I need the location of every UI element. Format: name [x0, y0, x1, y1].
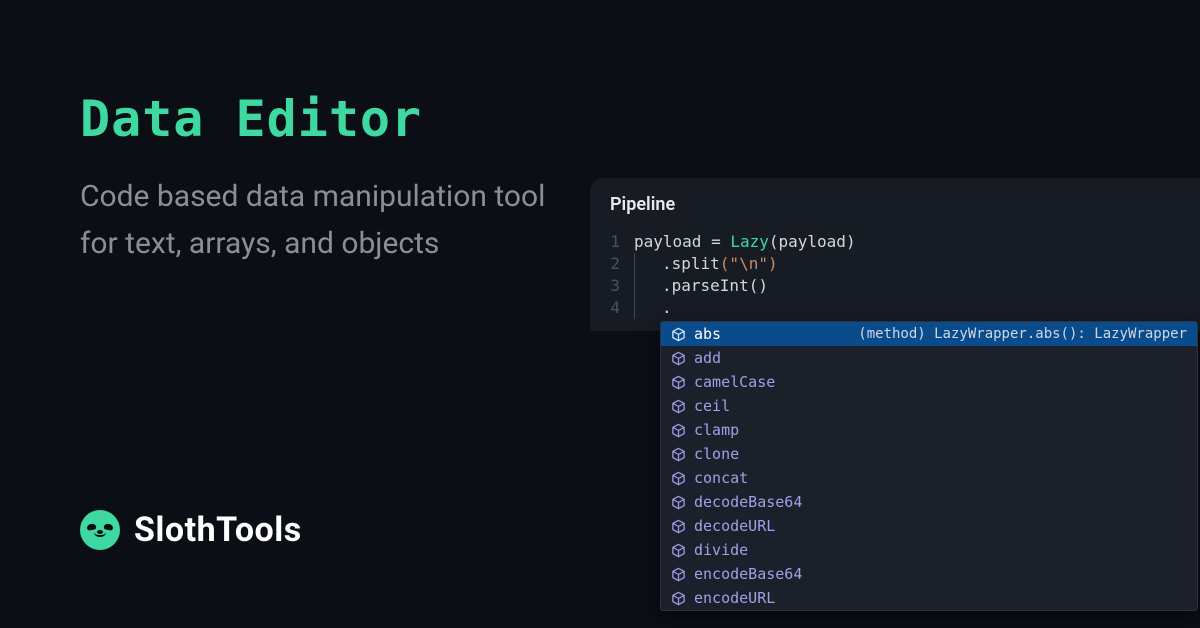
token-function: .split	[662, 254, 720, 273]
autocomplete-item[interactable]: camelCase	[661, 370, 1197, 394]
autocomplete-label: divide	[694, 541, 748, 559]
token-text: .	[662, 298, 672, 317]
autocomplete-label: encodeBase64	[694, 565, 802, 583]
line-number: 2	[590, 253, 634, 275]
method-icon	[671, 375, 686, 390]
method-icon	[671, 591, 686, 606]
method-icon	[671, 351, 686, 366]
method-icon	[671, 567, 686, 582]
autocomplete-hint: (method) LazyWrapper.abs(): LazyWrapper	[858, 326, 1187, 342]
method-icon	[671, 327, 686, 342]
autocomplete-label: decodeBase64	[694, 493, 802, 511]
method-icon	[671, 447, 686, 462]
autocomplete-label: ceil	[694, 397, 730, 415]
line-number: 4	[590, 297, 634, 319]
autocomplete-label: add	[694, 349, 721, 367]
panel-title: Pipeline	[590, 194, 1200, 225]
autocomplete-item[interactable]: ceil	[661, 394, 1197, 418]
token-text: ()	[749, 276, 768, 295]
code-editor-panel: Pipeline 1 payload = Lazy(payload) 2 .sp…	[590, 178, 1200, 331]
token-function: .parseInt	[662, 276, 749, 295]
page-title: Data Editor	[80, 90, 550, 148]
method-icon	[671, 471, 686, 486]
code-line[interactable]: 4 .	[590, 297, 1200, 319]
autocomplete-item[interactable]: abs (method) LazyWrapper.abs(): LazyWrapp…	[661, 322, 1197, 346]
sloth-icon	[80, 510, 120, 550]
page-subtitle: Code based data manipulation tool for te…	[80, 174, 550, 267]
autocomplete-label: clamp	[694, 421, 739, 439]
token-text: (payload)	[769, 232, 856, 251]
token-operator: =	[701, 232, 730, 251]
autocomplete-item[interactable]: concat	[661, 466, 1197, 490]
brand: SlothTools	[80, 510, 302, 550]
code-line[interactable]: 3 .parseInt()	[590, 275, 1200, 297]
method-icon	[671, 519, 686, 534]
autocomplete-label: abs	[694, 325, 721, 343]
token-class: Lazy	[730, 232, 769, 251]
autocomplete-item[interactable]: clamp	[661, 418, 1197, 442]
autocomplete-item[interactable]: clone	[661, 442, 1197, 466]
autocomplete-item[interactable]: add	[661, 346, 1197, 370]
line-number: 1	[590, 231, 634, 253]
autocomplete-label: clone	[694, 445, 739, 463]
autocomplete-label: encodeURL	[694, 589, 775, 607]
code-line[interactable]: 1 payload = Lazy(payload)	[590, 231, 1200, 253]
autocomplete-popup[interactable]: abs (method) LazyWrapper.abs(): LazyWrapp…	[660, 321, 1198, 611]
code-line[interactable]: 2 .split("\n")	[590, 253, 1200, 275]
token-variable: payload	[634, 232, 701, 251]
method-icon	[671, 423, 686, 438]
autocomplete-label: camelCase	[694, 373, 775, 391]
line-number: 3	[590, 275, 634, 297]
autocomplete-item[interactable]: encodeBase64	[661, 562, 1197, 586]
method-icon	[671, 495, 686, 510]
autocomplete-item[interactable]: encodeURL	[661, 586, 1197, 610]
method-icon	[671, 543, 686, 558]
method-icon	[671, 399, 686, 414]
autocomplete-item[interactable]: decodeURL	[661, 514, 1197, 538]
brand-name: SlothTools	[134, 510, 302, 550]
token-string: ("\n")	[720, 254, 778, 273]
autocomplete-item[interactable]: decodeBase64	[661, 490, 1197, 514]
autocomplete-item[interactable]: divide	[661, 538, 1197, 562]
autocomplete-label: concat	[694, 469, 748, 487]
code-area[interactable]: 1 payload = Lazy(payload) 2 .split("\n")…	[590, 225, 1200, 331]
autocomplete-label: decodeURL	[694, 517, 775, 535]
